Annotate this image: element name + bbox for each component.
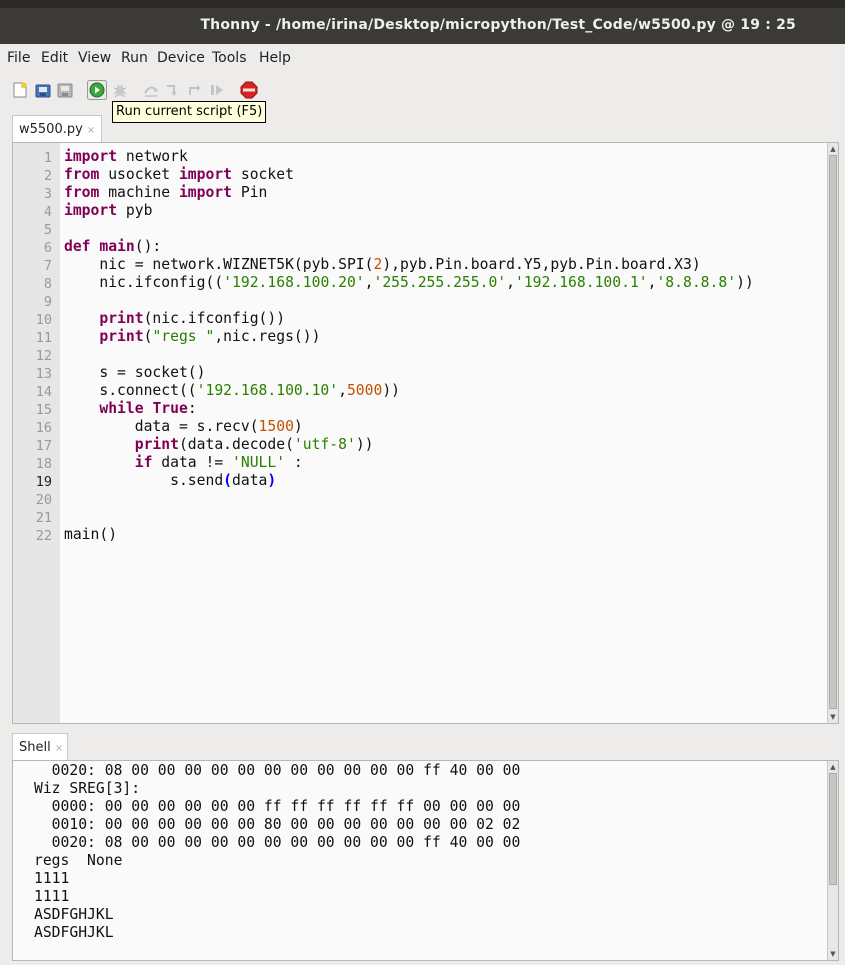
line-number: 13	[35, 366, 52, 382]
code-line-3: from machine import Pin	[64, 184, 268, 201]
code-line-14: s.connect(('192.168.100.10',5000))	[64, 382, 401, 399]
debug-icon[interactable]	[111, 81, 129, 99]
shell-output-line: 0020: 08 00 00 00 00 00 00 00 00 00 00 0…	[34, 834, 521, 851]
scroll-down-arrow-icon[interactable]: ▼	[828, 712, 838, 722]
run-icon[interactable]	[87, 80, 107, 100]
menu-view[interactable]: View	[78, 50, 111, 66]
tab-label: w5500.py	[19, 122, 83, 137]
code-line-6: def main():	[64, 238, 162, 255]
tab-w5500[interactable]: w5500.py ×	[12, 115, 102, 143]
open-file-icon[interactable]	[34, 81, 52, 99]
menu-edit[interactable]: Edit	[41, 50, 68, 66]
step-over-icon[interactable]	[142, 81, 160, 99]
line-number: 17	[35, 438, 52, 454]
scroll-down-arrow-icon[interactable]: ▼	[828, 949, 838, 959]
line-number: 18	[35, 456, 52, 472]
window-title: Thonny - /home/irina/Desktop/micropython…	[200, 17, 796, 33]
code-line-15: while True:	[99, 400, 197, 417]
code-line-4: import pyb	[64, 202, 153, 219]
tab-shell[interactable]: Shell ×	[12, 733, 68, 761]
line-number: 2	[43, 168, 52, 184]
line-number: 16	[35, 420, 52, 436]
code-line-7: nic = network.WIZNET5K(pyb.SPI(2),pyb.Pi…	[64, 256, 701, 273]
line-number: 12	[35, 348, 52, 364]
line-number: 14	[35, 384, 52, 400]
line-number: 21	[35, 510, 52, 526]
scroll-up-arrow-icon[interactable]: ▲	[828, 762, 838, 772]
line-number: 1	[43, 150, 52, 166]
code-line-13: s = socket()	[64, 364, 206, 381]
menu-bar: File Edit View Run Device Tools Help	[0, 46, 845, 72]
line-number-current: 19	[35, 474, 52, 490]
code-line-1: import network	[64, 148, 188, 165]
save-file-icon[interactable]	[56, 81, 74, 99]
tab-close-icon[interactable]: ×	[55, 743, 63, 754]
menu-tools[interactable]: Tools	[212, 50, 247, 66]
shell-output-line: 1111	[34, 870, 70, 887]
code-editor[interactable]: 1 2 3 4 5 6 7 8 9 10 11 12 13 14 15 16 1…	[12, 142, 839, 724]
resume-icon[interactable]	[208, 81, 226, 99]
menu-device[interactable]: Device	[157, 50, 205, 66]
code-line-16: data = s.recv(1500)	[64, 418, 303, 435]
line-number: 8	[43, 276, 52, 292]
scrollbar-thumb[interactable]	[829, 773, 837, 885]
shell-output-line: 0020: 08 00 00 00 00 00 00 00 00 00 00 0…	[34, 762, 521, 779]
line-number: 10	[35, 312, 52, 328]
shell-output-line: 0000: 00 00 00 00 00 00 ff ff ff ff ff f…	[34, 798, 521, 815]
toolbar	[0, 76, 845, 104]
line-number: 3	[43, 186, 52, 202]
scrollbar-thumb[interactable]	[829, 155, 837, 709]
scroll-up-arrow-icon[interactable]: ▲	[828, 144, 838, 154]
shell-output-line: ASDFGHJKL	[34, 924, 114, 941]
code-line-22: main()	[64, 526, 118, 543]
window-top-edge	[0, 0, 845, 8]
tab-close-icon[interactable]: ×	[87, 125, 95, 136]
line-number: 6	[43, 240, 52, 256]
stop-icon[interactable]	[240, 81, 258, 99]
shell-scrollbar[interactable]: ▲ ▼	[827, 761, 838, 960]
shell-output-line: regs None	[34, 852, 123, 869]
shell-output-line: Wiz SREG[3]:	[34, 780, 141, 797]
code-line-10: print(nic.ifconfig())	[99, 310, 286, 327]
menu-run[interactable]: Run	[121, 50, 148, 66]
line-number: 11	[35, 330, 52, 346]
line-number: 20	[35, 492, 52, 508]
new-file-icon[interactable]	[11, 81, 29, 99]
code-line-18: if data != 'NULL' :	[134, 454, 303, 471]
line-number-gutter: 1 2 3 4 5 6 7 8 9 10 11 12 13 14 15 16 1…	[13, 143, 60, 723]
code-line-17: print(data.decode('utf-8'))	[134, 436, 374, 453]
shell-output-line: 1111	[34, 888, 70, 905]
menu-file[interactable]: File	[7, 50, 30, 66]
shell-panel[interactable]: 0020: 08 00 00 00 00 00 00 00 00 00 00 0…	[12, 760, 839, 961]
title-bar: Thonny - /home/irina/Desktop/micropython…	[0, 0, 845, 44]
step-out-icon[interactable]	[186, 81, 204, 99]
editor-scrollbar[interactable]: ▲ ▼	[827, 143, 838, 723]
code-line-8: nic.ifconfig(('192.168.100.20','255.255.…	[64, 274, 754, 291]
code-line-19: s.send(data)	[64, 472, 277, 489]
line-number: 15	[35, 402, 52, 418]
step-into-icon[interactable]	[164, 81, 182, 99]
code-line-2: from usocket import socket	[64, 166, 294, 183]
line-number: 7	[43, 258, 52, 274]
shell-output-line: ASDFGHJKL	[34, 906, 114, 923]
line-number: 9	[43, 294, 52, 310]
line-number: 22	[35, 528, 52, 544]
line-number: 4	[43, 204, 52, 220]
line-number: 5	[43, 222, 52, 238]
run-tooltip: Run current script (F5)	[112, 101, 267, 123]
code-line-11: print("regs ",nic.regs())	[99, 328, 321, 345]
menu-help[interactable]: Help	[259, 50, 291, 66]
shell-output-line: 0010: 00 00 00 00 00 00 80 00 00 00 00 0…	[34, 816, 521, 833]
tab-label: Shell	[19, 740, 51, 755]
